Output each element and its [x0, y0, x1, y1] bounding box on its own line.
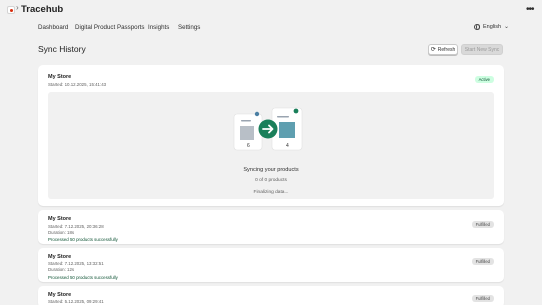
start-new-sync-label: Start New Sync [464, 46, 500, 53]
sync-progress-status: Finalizing data... [253, 190, 289, 195]
nav-dashboard[interactable]: Dashboard [38, 24, 68, 31]
store-name: My Store [48, 216, 72, 222]
main-nav: Dashboard Digital Product Passports Insi… [0, 20, 542, 36]
sync-history-item[interactable]: My Store Started: 7.12.2025, 20:36:28 Du… [38, 210, 504, 244]
refresh-label: Refresh [437, 46, 456, 53]
chevron-down-icon: ⌄ [504, 24, 510, 30]
sync-started: Started: 5.12.2025, 09:29:41 [48, 299, 104, 304]
refresh-icon: ⟳ [430, 47, 436, 53]
sync-illustration: 6 4 [233, 107, 303, 151]
sync-started: Started: 10.12.2025, 15:41:43 [48, 82, 107, 87]
target-product-shape [279, 122, 295, 138]
more-options-icon[interactable]: ••• [526, 4, 534, 15]
sync-result: Processed 50 products successfully [48, 275, 118, 280]
target-count: 4 [286, 143, 289, 149]
language-label: English [483, 23, 502, 30]
status-badge: Fulfilled [471, 221, 494, 228]
sync-started: Started: 7.12.2025, 13:32:51 [48, 261, 104, 266]
sync-progress-title: Syncing your products [243, 167, 299, 173]
target-card-line [277, 116, 289, 118]
nav-settings[interactable]: Settings [178, 24, 200, 31]
start-new-sync-button[interactable]: Start New Sync [461, 44, 503, 55]
status-badge: Fulfilled [471, 295, 494, 302]
sync-duration: Duration: 12s [48, 267, 75, 272]
source-product-shape [240, 126, 254, 140]
nav-insights[interactable]: Insights [148, 24, 169, 31]
nav-digital-product-passports[interactable]: Digital Product Passports [75, 24, 144, 31]
store-name: My Store [48, 254, 72, 260]
sync-history-item[interactable]: My Store Started: 5.12.2025, 09:29:41 Fu… [38, 286, 504, 305]
source-card-line [241, 120, 251, 122]
globe-icon [474, 23, 480, 30]
sync-result: Processed 50 products successfully [48, 237, 118, 242]
store-name: My Store [48, 74, 72, 80]
sync-duration: Duration: 18s [48, 230, 75, 235]
target-pin [293, 108, 299, 114]
status-badge: Active [474, 76, 494, 83]
language-selector[interactable]: English ⌄ [474, 23, 509, 30]
app-logo-icon [7, 6, 15, 14]
status-badge: Fulfilled [471, 258, 494, 265]
sync-started: Started: 7.12.2025, 20:36:28 [48, 224, 104, 229]
store-name: My Store [48, 292, 72, 298]
breadcrumb-separator: › [16, 3, 19, 12]
source-pin [254, 111, 260, 117]
page-title: Sync History [38, 44, 86, 54]
source-count: 6 [247, 143, 250, 149]
refresh-button[interactable]: ⟳ Refresh [428, 44, 458, 55]
app-title: Tracehub [21, 4, 64, 15]
sync-history-item[interactable]: My Store Started: 7.12.2025, 13:32:51 Du… [38, 248, 504, 282]
sync-progress-count: 0 of 0 products [255, 178, 287, 183]
app-header: › Tracehub ••• [0, 0, 542, 20]
